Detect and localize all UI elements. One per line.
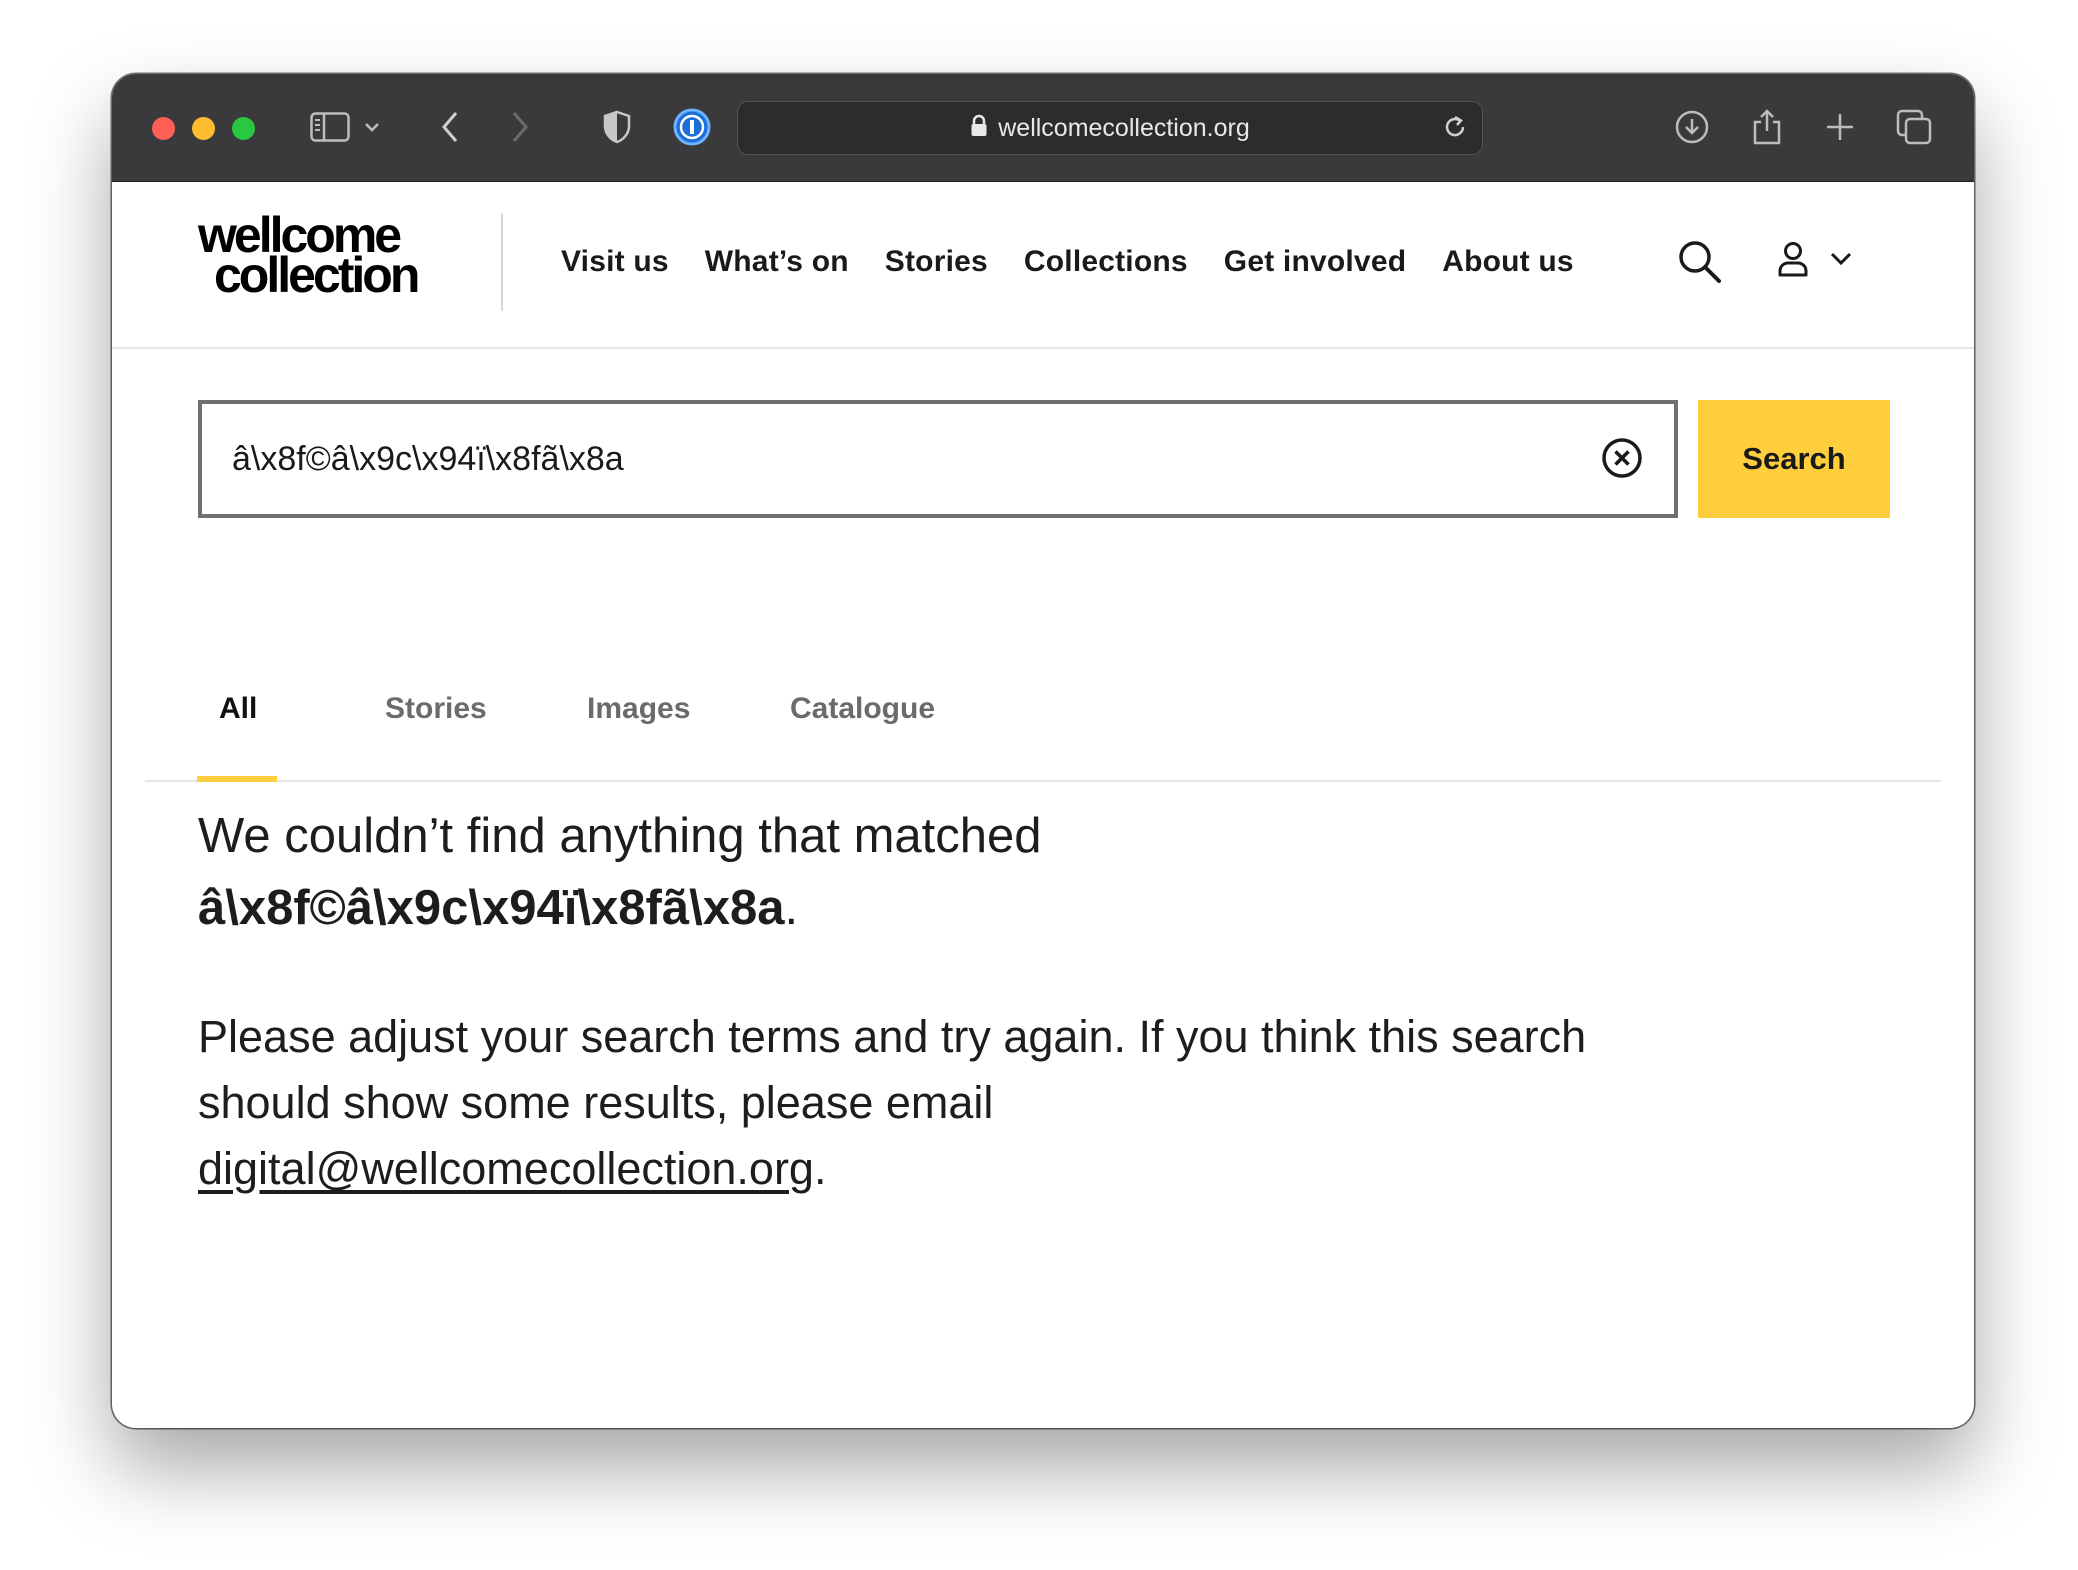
browser-window: wellcomecollection.org wellcome collecti… (112, 74, 1974, 1428)
search-button[interactable]: Search (1698, 400, 1890, 518)
tab-stories[interactable]: Stories (385, 692, 487, 726)
no-results-help: Please adjust your search terms and try … (198, 1004, 1598, 1202)
no-results-message: We couldn’t find anything that matched â… (198, 800, 1598, 1202)
nav-whats-on[interactable]: What’s on (705, 245, 849, 279)
nav-stories[interactable]: Stories (885, 245, 988, 279)
zoom-window-button[interactable] (232, 117, 255, 140)
search-form: â\x8f©â\x9c\x94ï\x8fã\x8a Search (198, 400, 1890, 518)
support-email-link[interactable]: digital@wellcomecollection.org (198, 1143, 814, 1194)
tab-all[interactable]: All (219, 692, 257, 726)
minimize-window-button[interactable] (192, 117, 215, 140)
clear-icon[interactable] (1600, 436, 1644, 485)
help-text: Please adjust your search terms and try … (198, 1011, 1587, 1128)
wellcome-logo[interactable]: wellcome collection (198, 210, 458, 303)
forward-icon[interactable] (495, 102, 545, 152)
nav-visit-us[interactable]: Visit us (561, 245, 669, 279)
search-input-value: â\x8f©â\x9c\x94ï\x8fã\x8a (232, 439, 624, 478)
sidebar-icon[interactable] (305, 102, 355, 152)
tab-catalogue[interactable]: Catalogue (790, 692, 935, 726)
address-url: wellcomecollection.org (998, 113, 1250, 142)
help-suffix: . (813, 1143, 827, 1194)
nav-about-us[interactable]: About us (1442, 245, 1574, 279)
search-input[interactable]: â\x8f©â\x9c\x94ï\x8fã\x8a (198, 400, 1678, 518)
address-bar[interactable]: wellcomecollection.org (737, 101, 1483, 155)
search-icon[interactable] (1677, 239, 1723, 290)
main-nav: Visit us What’s on Stories Collections G… (561, 245, 1610, 279)
tab-images[interactable]: Images (587, 692, 690, 726)
results-tabs: All Stories Images Catalogue (145, 662, 1941, 782)
nav-collections[interactable]: Collections (1024, 245, 1188, 279)
tabs-overview-icon[interactable] (1889, 102, 1939, 152)
browser-toolbar: wellcomecollection.org (112, 74, 1974, 182)
active-tab-indicator (197, 776, 277, 782)
no-results-query: â\x8f©â\x9c\x94ï\x8fã\x8a (198, 881, 785, 935)
query-suffix: . (784, 881, 799, 935)
download-icon[interactable] (1667, 102, 1717, 152)
new-tab-icon[interactable] (1815, 102, 1865, 152)
nav-get-involved[interactable]: Get involved (1224, 245, 1406, 279)
shield-icon[interactable] (592, 102, 642, 152)
site-header: wellcome collection Visit us What’s on S… (112, 181, 1974, 349)
password-manager-icon[interactable] (667, 102, 717, 152)
close-window-button[interactable] (152, 117, 175, 140)
chevron-down-icon (1829, 251, 1853, 272)
user-icon (1777, 241, 1809, 282)
share-icon[interactable] (1742, 102, 1792, 152)
logo-line2: collection (214, 247, 420, 303)
no-results-heading: We couldn’t find anything that matched (198, 809, 1042, 863)
lock-icon (970, 114, 988, 143)
back-icon[interactable] (425, 102, 475, 152)
reload-icon[interactable] (1440, 112, 1470, 147)
chevron-down-icon[interactable] (357, 102, 387, 152)
logo-divider (501, 213, 503, 311)
account-menu[interactable] (1777, 241, 1853, 282)
